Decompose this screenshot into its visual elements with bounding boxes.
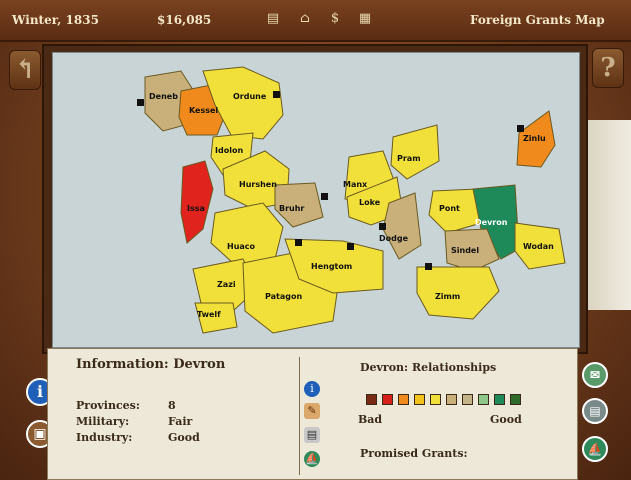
label-manx: Manx: [343, 180, 368, 189]
scale-swatch: [366, 394, 377, 405]
provinces-label: Provinces:: [76, 399, 140, 412]
info-panel: Information: Devron Provinces: 8 Militar…: [47, 348, 578, 480]
promised-grants-label: Promised Grants:: [360, 447, 468, 460]
capital-icon: [321, 193, 328, 200]
bank-icon[interactable]: ⌂: [298, 11, 312, 29]
label-kessel: Kessel: [189, 106, 218, 115]
report-icon[interactable]: ▤: [304, 427, 320, 443]
ship-small-icon[interactable]: ⛵: [304, 451, 320, 467]
map-svg: Deneb Kessel Ordune Idolon Issa Hurshen …: [137, 66, 566, 334]
relationships-title: Devron: Relationships: [360, 361, 497, 374]
label-dodge: Dodge: [379, 234, 409, 243]
label-zazi: Zazi: [217, 280, 236, 289]
scale-swatch: [414, 394, 425, 405]
capital-icon: [425, 263, 432, 270]
province-pram[interactable]: [390, 124, 440, 180]
info-heading: Information: Devron: [76, 357, 225, 372]
scale-swatch: [446, 394, 457, 405]
capital-icon: [295, 239, 302, 246]
info-heading-label: Information:: [76, 357, 169, 372]
scale-swatch: [430, 394, 441, 405]
newspaper-decoration: [584, 120, 631, 310]
label-zinlu: Zinlu: [523, 134, 546, 143]
capital-icon: [379, 223, 386, 230]
factory-icon[interactable]: ▤: [266, 11, 280, 29]
label-pram: Pram: [397, 154, 421, 163]
newspaper-icon[interactable]: ▤: [582, 398, 608, 424]
grant-icon[interactable]: ✎: [304, 403, 320, 419]
scale-swatch: [478, 394, 489, 405]
top-bar: Winter, 1835 $16,085 ▤ ⌂ $ ▦ Foreign Gra…: [0, 0, 631, 42]
province-dodge[interactable]: [382, 192, 422, 260]
capital-icon: [273, 91, 280, 98]
label-idolon: Idolon: [215, 146, 243, 155]
help-icon[interactable]: ?: [592, 48, 624, 88]
bad-label: Bad: [358, 413, 383, 426]
label-wodan: Wodan: [523, 242, 554, 251]
info-small-icon[interactable]: i: [304, 381, 320, 397]
map-canvas: Deneb Kessel Ordune Idolon Issa Hurshen …: [52, 52, 580, 348]
scale-swatch: [382, 394, 393, 405]
label-ordune: Ordune: [233, 92, 267, 101]
money-display: $16,085: [157, 13, 212, 27]
foreign-grants-map: Deneb Kessel Ordune Idolon Issa Hurshen …: [42, 44, 588, 354]
label-huaco: Huaco: [227, 242, 256, 251]
scale-swatch: [462, 394, 473, 405]
label-twelf: Twelf: [197, 310, 221, 319]
back-arrow-icon[interactable]: ↰: [9, 50, 41, 90]
military-label: Military:: [76, 415, 130, 428]
label-bruhr: Bruhr: [279, 204, 304, 213]
label-zimm: Zimm: [435, 292, 460, 301]
good-label: Good: [490, 413, 522, 426]
season-date: Winter, 1835: [12, 13, 99, 27]
industry-label: Industry:: [76, 431, 133, 444]
money-icon[interactable]: $: [328, 11, 342, 29]
capital-icon: [517, 125, 524, 132]
ledger-icon[interactable]: ▦: [358, 11, 372, 29]
label-sindel: Sindel: [451, 246, 479, 255]
industry-value: Good: [168, 431, 200, 444]
capital-icon: [137, 99, 144, 106]
provinces-value: 8: [168, 399, 176, 412]
label-devron: Devron: [475, 218, 508, 227]
panel-divider: [299, 357, 300, 475]
label-patagon: Patagon: [265, 292, 302, 301]
scale-swatch: [398, 394, 409, 405]
capital-icon: [347, 243, 354, 250]
selected-nation: Devron: [173, 357, 226, 372]
label-deneb: Deneb: [149, 92, 178, 101]
scale-swatch: [494, 394, 505, 405]
province-issa[interactable]: [180, 160, 214, 244]
label-pont: Pont: [439, 204, 460, 213]
screen-title: Foreign Grants Map: [470, 13, 605, 27]
label-loke: Loke: [359, 198, 381, 207]
label-hurshen: Hurshen: [239, 180, 277, 189]
label-issa: Issa: [187, 204, 205, 213]
ship-icon[interactable]: ⛵: [582, 436, 608, 462]
label-hengtom: Hengtom: [311, 262, 352, 271]
scroll-icon[interactable]: ✉: [582, 362, 608, 388]
military-value: Fair: [168, 415, 193, 428]
scale-swatch: [510, 394, 521, 405]
